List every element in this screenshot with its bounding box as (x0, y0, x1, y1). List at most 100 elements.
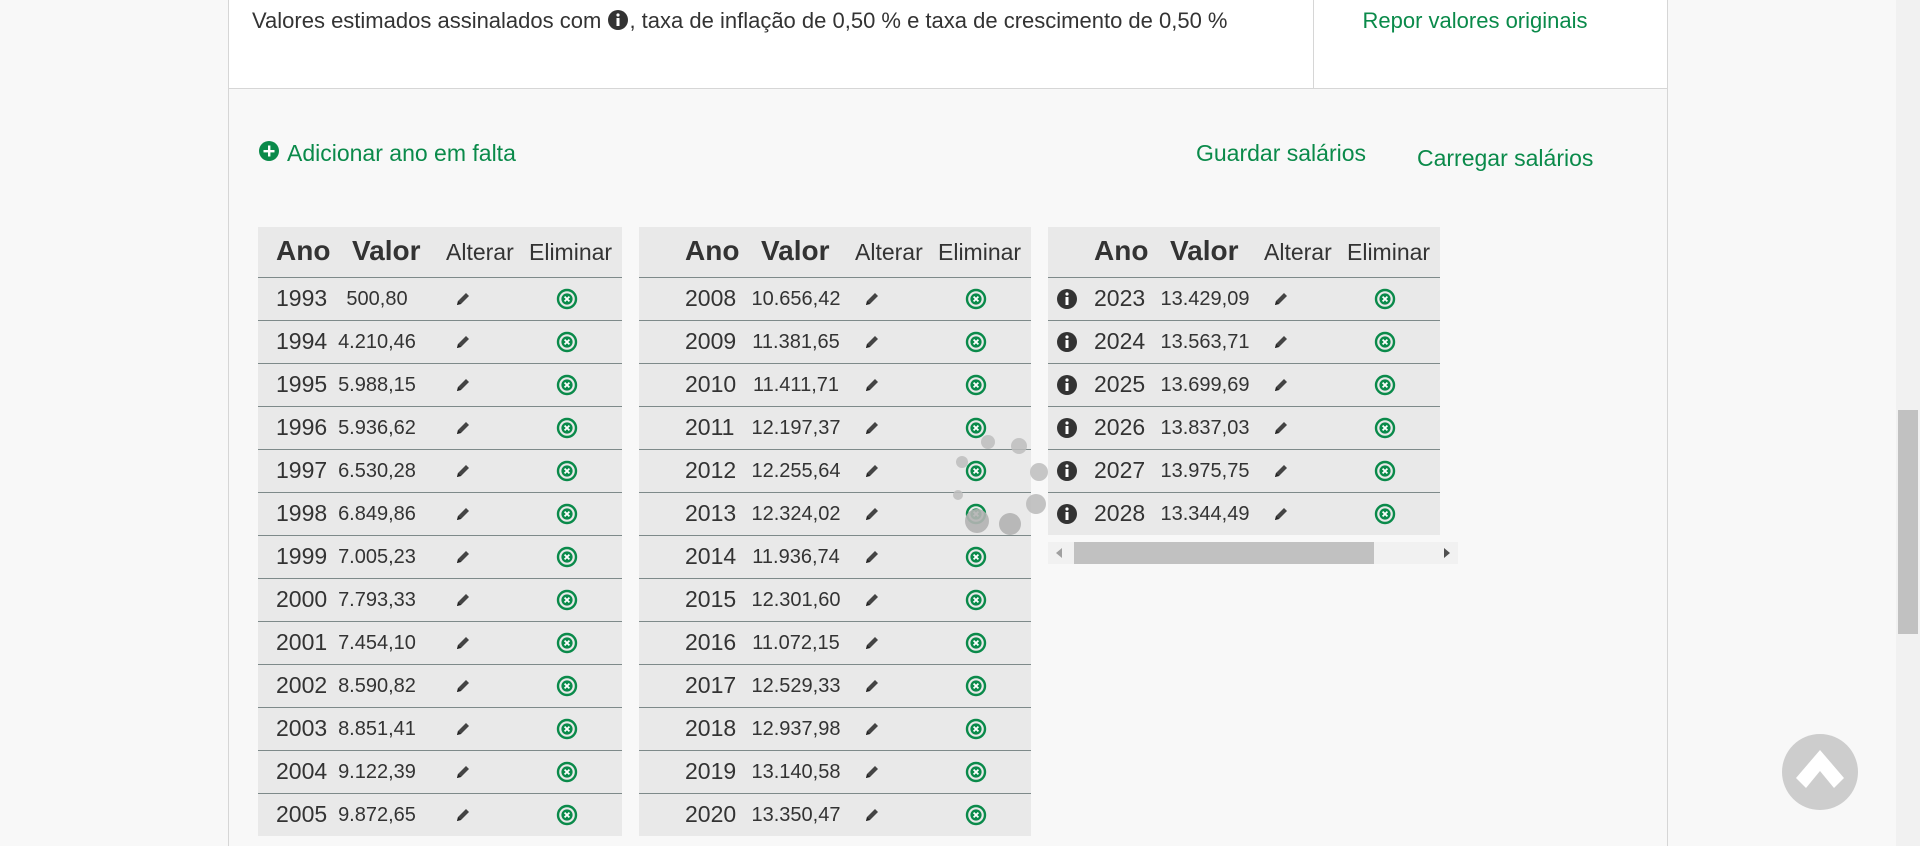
delete-icon[interactable] (965, 632, 987, 654)
row-value: 7.005,23 (338, 546, 416, 568)
delete-icon[interactable] (965, 675, 987, 697)
table-row: 2025 13.699,69 (1048, 363, 1440, 406)
table-row: 1998 6.849,86 (258, 492, 622, 535)
row-year: 2020 (685, 801, 737, 827)
row-value: 5.936,62 (338, 417, 416, 439)
row-year: 2009 (685, 328, 737, 354)
delete-icon[interactable] (965, 331, 987, 353)
estimated-info-icon[interactable] (1056, 331, 1078, 353)
delete-icon[interactable] (556, 804, 578, 826)
page-vertical-scrollbar[interactable] (1896, 0, 1920, 846)
pencil-icon[interactable] (863, 591, 881, 609)
delete-icon[interactable] (556, 589, 578, 611)
delete-icon[interactable] (965, 288, 987, 310)
pencil-icon[interactable] (863, 505, 881, 523)
pencil-icon[interactable] (454, 333, 472, 351)
delete-icon[interactable] (965, 374, 987, 396)
scroll-left-arrow-icon[interactable] (1056, 548, 1062, 558)
row-year: 1994 (276, 328, 328, 354)
pencil-icon[interactable] (1272, 419, 1290, 437)
pencil-icon[interactable] (1272, 462, 1290, 480)
reset-values-link[interactable]: Repor valores originais (1329, 6, 1621, 36)
delete-icon[interactable] (1374, 417, 1396, 439)
pencil-icon[interactable] (454, 591, 472, 609)
delete-icon[interactable] (556, 675, 578, 697)
chevron-up-icon (1796, 750, 1844, 788)
scroll-right-arrow-icon[interactable] (1444, 548, 1450, 558)
row-value: 13.837,03 (1160, 417, 1250, 439)
pencil-icon[interactable] (1272, 333, 1290, 351)
info-text-before: Valores estimados assinalados com (252, 8, 602, 33)
pencil-icon[interactable] (863, 720, 881, 738)
pencil-icon[interactable] (1272, 376, 1290, 394)
load-salaries-link[interactable]: Carregar salários (1417, 145, 1593, 172)
delete-icon[interactable] (965, 804, 987, 826)
save-salaries-link[interactable]: Guardar salários (1196, 140, 1366, 167)
delete-icon[interactable] (965, 589, 987, 611)
delete-icon[interactable] (556, 503, 578, 525)
delete-icon[interactable] (556, 546, 578, 568)
delete-icon[interactable] (965, 546, 987, 568)
scrollbar-thumb[interactable] (1074, 542, 1374, 564)
table-row: 2009 11.381,65 (639, 320, 1031, 363)
delete-icon[interactable] (556, 632, 578, 654)
pencil-icon[interactable] (454, 548, 472, 566)
pencil-icon[interactable] (863, 419, 881, 437)
pencil-icon[interactable] (863, 677, 881, 695)
pencil-icon[interactable] (863, 462, 881, 480)
delete-icon[interactable] (965, 761, 987, 783)
header-delete: Eliminar (529, 239, 613, 265)
delete-icon[interactable] (1374, 288, 1396, 310)
delete-icon[interactable] (556, 374, 578, 396)
row-value: 7.454,10 (338, 632, 416, 654)
row-year: 2016 (685, 629, 737, 655)
pencil-icon[interactable] (454, 720, 472, 738)
table-row: 1993 500,80 (258, 277, 622, 320)
pencil-icon[interactable] (863, 634, 881, 652)
delete-icon[interactable] (1374, 460, 1396, 482)
page-scrollbar-thumb[interactable] (1898, 410, 1918, 634)
pencil-icon[interactable] (863, 333, 881, 351)
row-value: 12.937,98 (751, 718, 841, 740)
delete-icon[interactable] (556, 288, 578, 310)
table-row: 2004 9.122,39 (258, 750, 622, 793)
pencil-icon[interactable] (1272, 505, 1290, 523)
pencil-icon[interactable] (454, 376, 472, 394)
pencil-icon[interactable] (454, 763, 472, 781)
loading-spinner-icon (950, 430, 1060, 540)
pencil-icon[interactable] (454, 505, 472, 523)
estimated-info-icon[interactable] (1056, 288, 1078, 310)
delete-icon[interactable] (556, 718, 578, 740)
delete-icon[interactable] (1374, 503, 1396, 525)
delete-icon[interactable] (556, 417, 578, 439)
row-value: 11.072,15 (752, 632, 840, 654)
pencil-icon[interactable] (454, 290, 472, 308)
row-year: 2010 (685, 371, 737, 397)
delete-icon[interactable] (965, 718, 987, 740)
pencil-icon[interactable] (863, 376, 881, 394)
row-year: 2025 (1094, 371, 1146, 397)
estimated-info-icon[interactable] (1056, 374, 1078, 396)
delete-icon[interactable] (556, 460, 578, 482)
delete-icon[interactable] (1374, 331, 1396, 353)
pencil-icon[interactable] (454, 462, 472, 480)
pencil-icon[interactable] (863, 290, 881, 308)
pencil-icon[interactable] (1272, 290, 1290, 308)
pencil-icon[interactable] (454, 634, 472, 652)
header-year: Ano (276, 235, 331, 266)
pencil-icon[interactable] (863, 806, 881, 824)
pencil-icon[interactable] (454, 419, 472, 437)
row-year: 1996 (276, 414, 328, 440)
pencil-icon[interactable] (863, 763, 881, 781)
pencil-icon[interactable] (454, 677, 472, 695)
table-horizontal-scrollbar[interactable] (1048, 542, 1458, 564)
delete-icon[interactable] (556, 331, 578, 353)
back-to-top-button[interactable] (1782, 734, 1858, 810)
delete-icon[interactable] (1374, 374, 1396, 396)
add-missing-year-link[interactable]: Adicionar ano em falta (259, 140, 516, 167)
plus-circle-icon (259, 140, 279, 167)
pencil-icon[interactable] (454, 806, 472, 824)
row-year: 2014 (685, 543, 737, 569)
pencil-icon[interactable] (863, 548, 881, 566)
delete-icon[interactable] (556, 761, 578, 783)
